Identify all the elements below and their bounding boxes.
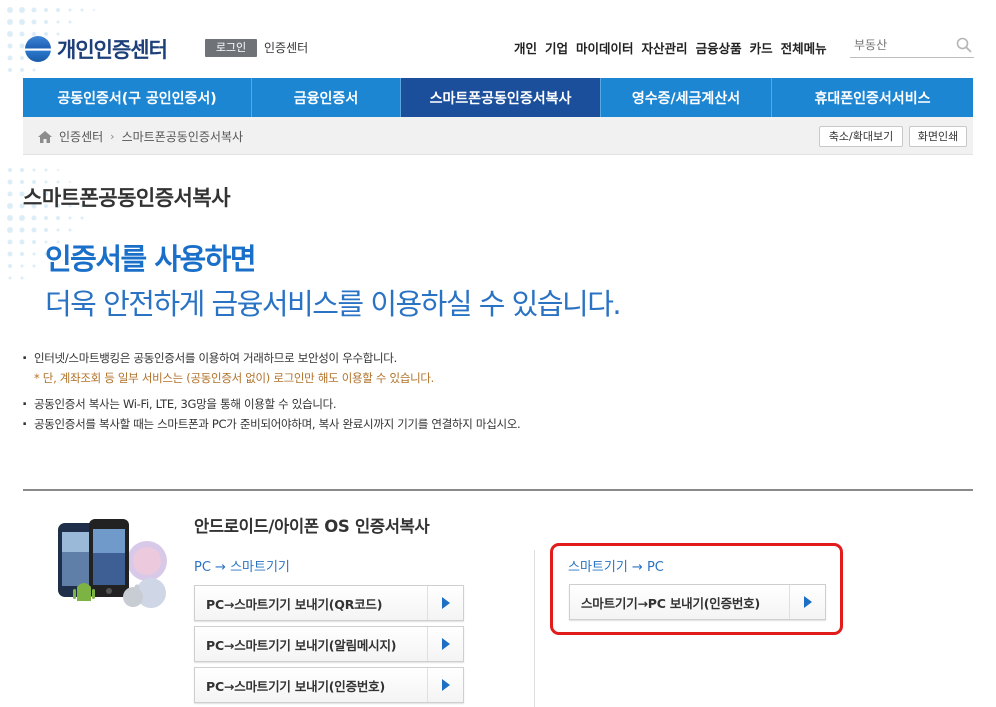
play-arrow-icon [441, 597, 450, 609]
topnav-personal[interactable]: 개인 [514, 38, 537, 57]
logo-text: 개인인증센터 [57, 38, 168, 62]
tab-smartphone-copy[interactable]: 스마트폰공동인증서복사 [401, 78, 601, 117]
notice-subnote: * 단, 계좌조회 등 일부 서비스는 (공동인증서 없이) 로그인만 해도 이… [34, 371, 435, 385]
smartphones-illustration-icon [58, 519, 167, 608]
topnav-all-menu[interactable]: 전체메뉴 [781, 38, 827, 57]
notice-item: 인터넷/스마트뱅킹은 공동인증서를 이용하여 거래하므로 보안성이 우수합니다. [22, 345, 520, 368]
pc-to-phone-push-button[interactable]: PC→스마트기기 보내기(알림메시지) [194, 626, 464, 662]
zoom-button[interactable]: 축소/확대보기 [819, 126, 903, 147]
logo[interactable]: 개인인증센터 [25, 34, 168, 64]
logo-mark-icon [25, 36, 51, 62]
breadcrumb-current: 스마트폰공동인증서복사 [121, 130, 244, 144]
section-divider [23, 489, 973, 491]
main-nav: 공동인증서(구 공인인증서) 금융인증서 스마트폰공동인증서복사 영수증/세금계… [23, 78, 973, 117]
copy-section-title: 안드로이드/아이폰 OS 인증서복사 [194, 517, 430, 536]
pc-to-phone-code-button[interactable]: PC→스마트기기 보내기(인증번호) [194, 667, 464, 703]
notice-item: 공동인증서를 복사할 때는 스마트폰과 PC가 준비되어야하며, 복사 완료시까… [22, 411, 521, 434]
breadcrumb-separator-icon: › [110, 130, 115, 143]
search-input[interactable] [850, 34, 950, 56]
pc-to-phone-label: PC → 스마트기기 [194, 560, 290, 575]
notice-item: 공동인증서 복사는 Wi-Fi, LTE, 3G망을 통해 이용할 수 있습니다… [22, 391, 520, 414]
home-icon[interactable] [38, 130, 52, 143]
play-arrow-icon [441, 638, 450, 650]
tab-mobile-certificate[interactable]: 휴대폰인증서서비스 [772, 78, 973, 117]
button-label: PC→스마트기기 보내기(알림메시지) [206, 637, 397, 653]
button-label: PC→스마트기기 보내기(인증번호) [206, 678, 385, 694]
print-button[interactable]: 화면인쇄 [909, 126, 967, 147]
notice-list: 인터넷/스마트뱅킹은 공동인증서를 이용하여 거래하므로 보안성이 우수합니다.… [22, 345, 521, 434]
tab-receipt-invoice[interactable]: 영수증/세금계산서 [601, 78, 772, 117]
cert-center-link[interactable]: 인증센터 [264, 39, 308, 57]
breadcrumb-bar: 인증센터 › 스마트폰공동인증서복사 축소/확대보기 화면인쇄 [23, 117, 973, 155]
tab-financial-certificate[interactable]: 금융인증서 [252, 78, 401, 117]
headline-primary: 인증서를 사용하면 [45, 242, 257, 276]
page-title: 스마트폰공동인증서복사 [23, 186, 231, 210]
tab-public-certificate[interactable]: 공동인증서(구 공인인증서) [23, 78, 252, 117]
pc-to-phone-qr-button[interactable]: PC→스마트기기 보내기(QR코드) [194, 585, 464, 621]
topnav-card[interactable]: 카드 [750, 38, 773, 57]
topnav-products[interactable]: 금융상품 [696, 38, 742, 57]
login-button[interactable]: 로그인 [205, 39, 257, 57]
topnav-mydata[interactable]: 마이데이터 [576, 38, 634, 57]
breadcrumb-home[interactable]: 인증센터 [59, 128, 103, 145]
search-icon[interactable] [956, 37, 972, 53]
headline-secondary: 더욱 안전하게 금융서비스를 이용하실 수 있습니다. [45, 287, 622, 321]
topnav-asset[interactable]: 자산관리 [642, 38, 688, 57]
breadcrumb: 인증센터 › 스마트폰공동인증서복사 [38, 128, 243, 145]
button-label: PC→스마트기기 보내기(QR코드) [206, 596, 383, 612]
column-separator [534, 550, 535, 707]
play-arrow-icon [441, 679, 450, 691]
search-box [850, 34, 974, 58]
highlight-box [550, 543, 843, 635]
top-nav: 개인 기업 마이데이터 자산관리 금융상품 카드 전체메뉴 [514, 38, 835, 57]
topnav-business[interactable]: 기업 [545, 38, 568, 57]
site-header: 개인인증센터 로그인 인증센터 개인 기업 마이데이터 자산관리 금융상품 카드… [0, 0, 996, 78]
